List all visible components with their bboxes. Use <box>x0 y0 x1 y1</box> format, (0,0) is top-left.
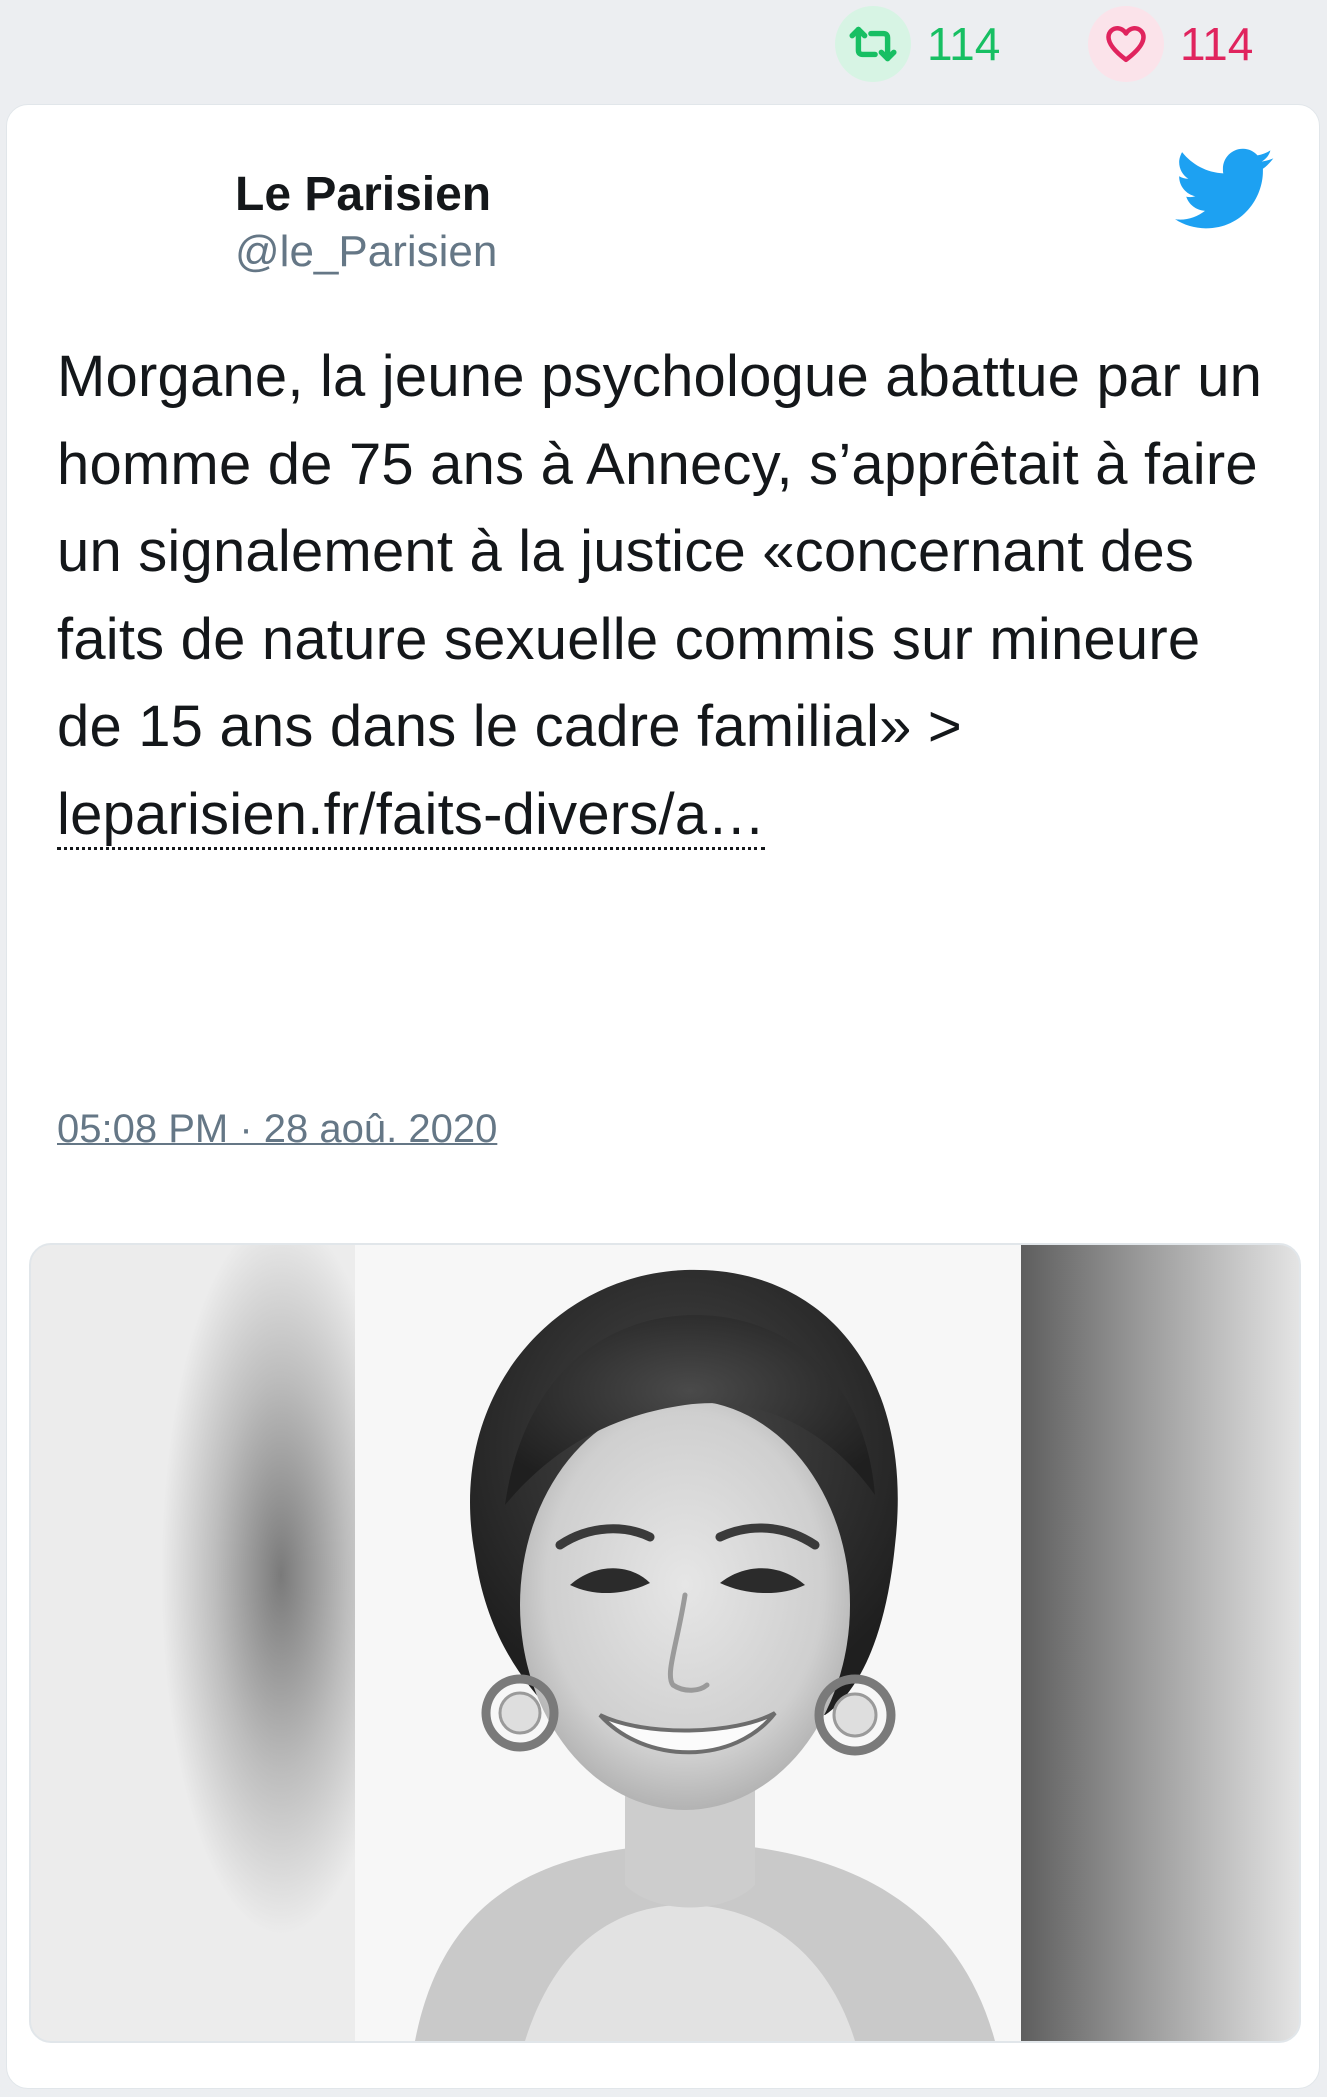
engagement-stats-bar: 114 114 <box>0 0 1327 100</box>
like-stat[interactable]: 114 <box>1088 6 1253 82</box>
like-count: 114 <box>1180 18 1254 70</box>
retweet-icon[interactable] <box>835 6 911 82</box>
twitter-bird-icon[interactable] <box>1175 147 1275 233</box>
author-handle[interactable]: @le_Parisien <box>235 227 497 277</box>
portrait-photo <box>355 1245 1021 2041</box>
photo-blur-left <box>31 1245 361 2041</box>
tweet-text: Morgane, la jeune psychologue abattue pa… <box>57 333 1277 858</box>
tweet-timestamp[interactable]: 05:08 PM · 28 aoû. 2020 <box>57 1107 497 1152</box>
heart-icon[interactable] <box>1088 6 1164 82</box>
retweet-count: 114 <box>927 18 1001 70</box>
tweet-link[interactable]: leparisien.fr/faits-divers/a… <box>57 781 766 850</box>
tweet-media[interactable] <box>29 1243 1301 2043</box>
author-name[interactable]: Le Parisien <box>235 167 491 222</box>
retweet-stat[interactable]: 114 <box>835 6 1000 82</box>
tweet-body: Morgane, la jeune psychologue abattue pa… <box>57 344 1263 759</box>
photo-blur-right <box>1021 1245 1299 2041</box>
portrait-illustration <box>415 1269 995 2041</box>
